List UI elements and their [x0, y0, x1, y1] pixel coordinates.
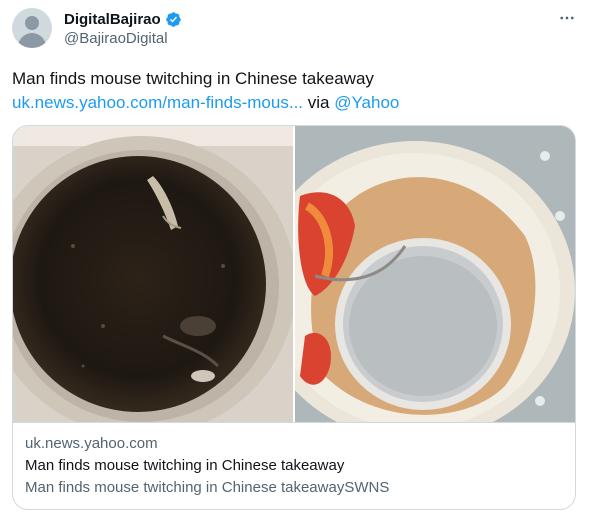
avatar[interactable]	[12, 8, 52, 48]
tweet: DigitalBajirao @BajiraoDigital Man finds…	[0, 0, 591, 520]
card-description: Man finds mouse twitching in Chinese tak…	[25, 479, 390, 496]
rice-plate-image	[295, 126, 575, 422]
avatar-body-shape	[18, 33, 46, 48]
article-link[interactable]: uk.news.yahoo.com/man-finds-mous...	[12, 93, 303, 112]
tweet-text: Man finds mouse twitching in Chinese tak…	[12, 67, 572, 115]
mention-link[interactable]: @Yahoo	[334, 93, 399, 112]
avatar-head-shape	[25, 16, 39, 30]
soup-bowl-image	[13, 126, 293, 422]
link-preview-card[interactable]: uk.news.yahoo.com Man finds mouse twitch…	[12, 125, 576, 510]
tweet-link-line: uk.news.yahoo.com/man-finds-mous... via …	[12, 91, 572, 115]
author-display-name[interactable]: DigitalBajirao	[64, 11, 161, 28]
via-text: via	[303, 93, 335, 112]
more-options-icon[interactable]	[557, 8, 577, 28]
card-body: uk.news.yahoo.com Man finds mouse twitch…	[25, 434, 565, 498]
author-name-row: DigitalBajirao	[64, 9, 182, 29]
tweet-body-text: Man finds mouse twitching in Chinese tak…	[12, 69, 374, 88]
author-handle[interactable]: @BajiraoDigital	[64, 30, 168, 47]
card-domain: uk.news.yahoo.com	[25, 435, 158, 452]
card-title: Man finds mouse twitching in Chinese tak…	[25, 457, 345, 474]
verified-badge-icon	[165, 11, 182, 28]
card-media	[13, 126, 575, 423]
